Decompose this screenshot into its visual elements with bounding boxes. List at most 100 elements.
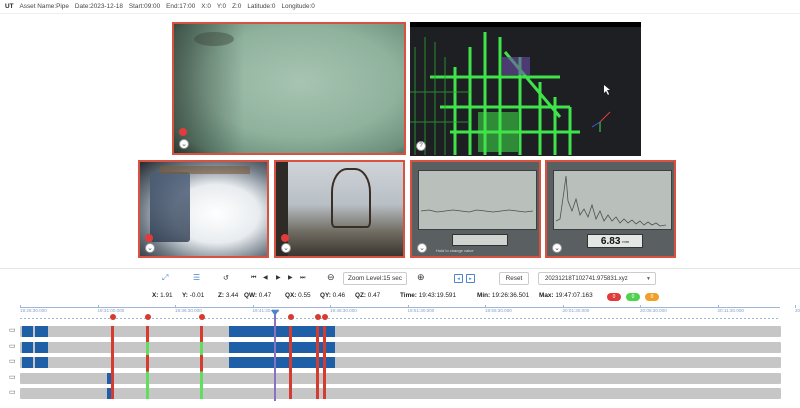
file-select-value: 20231218T102741.975831.xyz xyxy=(545,275,628,282)
event-marker[interactable] xyxy=(145,314,151,320)
event-marker[interactable] xyxy=(199,314,205,320)
zoom-in-icon[interactable]: ⊕ xyxy=(417,273,425,282)
gauge-screen xyxy=(418,170,537,230)
prev-frame-button[interactable]: ◂ xyxy=(454,274,463,283)
camera-feed-1[interactable]: ⌄ xyxy=(138,160,269,258)
orange-count-badge[interactable]: 0 xyxy=(645,293,659,301)
chevron-down-icon[interactable]: ⌄ xyxy=(417,243,427,253)
timeline-tick-label: 19:26:30.000 xyxy=(20,308,47,313)
timeline[interactable]: 19:26:30.000 19:31:00.000 19:36:30.000 19:4… xyxy=(0,302,800,408)
next-frame-button[interactable]: ▸ xyxy=(466,274,475,283)
thickness-unit: mm xyxy=(622,238,630,244)
end-label: End:17:00 xyxy=(166,3,196,10)
recording-segment[interactable] xyxy=(35,342,48,353)
track-1[interactable] xyxy=(20,326,781,337)
event-marker[interactable] xyxy=(288,314,294,320)
point-cloud-view[interactable]: ? xyxy=(410,22,641,156)
track-5[interactable] xyxy=(20,388,781,399)
camera-icon: ▭ xyxy=(9,358,16,365)
recording-segment[interactable] xyxy=(22,357,33,368)
step-forward-icon[interactable]: ▶ xyxy=(288,275,293,281)
event-marker[interactable] xyxy=(322,314,328,320)
gauge-hint: Hold to change value xyxy=(436,248,474,253)
list-view-icon[interactable]: ☰ xyxy=(193,274,200,282)
asset-name: Asset Name:Pipe xyxy=(19,3,69,10)
camera-icon: ▭ xyxy=(9,343,16,350)
red-count-badge[interactable]: 0 xyxy=(607,293,621,301)
event-marker-line xyxy=(200,326,203,399)
playhead-line xyxy=(274,315,276,401)
event-marker[interactable] xyxy=(110,314,116,320)
camera-icon: ▭ xyxy=(9,389,16,396)
recording-segment[interactable] xyxy=(22,342,33,353)
timeline-tick-label: 19:56:30.000 xyxy=(485,308,512,313)
timeline-tick-label: 19:46:30.000 xyxy=(330,308,357,313)
event-marker[interactable] xyxy=(315,314,321,320)
ut-gauge-display-1[interactable]: Hold to change value ⌄ xyxy=(410,160,541,258)
event-marker-line xyxy=(316,326,319,399)
recording-segment[interactable] xyxy=(229,326,335,337)
event-marker-line xyxy=(111,326,114,399)
timeline-tick-label: 20:16:3 xyxy=(795,308,800,313)
recording-indicator xyxy=(179,128,187,136)
time-stat: Time: 19:43:19.591 xyxy=(400,292,457,299)
max-stat: Max: 19:47:07.163 xyxy=(539,292,593,299)
recording-segment[interactable] xyxy=(229,342,335,353)
recording-indicator xyxy=(281,234,289,242)
camera-feed-main[interactable]: ⌄ xyxy=(172,22,406,155)
z-origin: Z:0 xyxy=(232,3,242,10)
zoom-out-icon[interactable]: ⊖ xyxy=(327,273,335,282)
equipment-shape xyxy=(150,172,190,242)
ut-gauge-display-2[interactable]: 6.83 mm ⌄ xyxy=(545,160,676,258)
chevron-down-icon[interactable]: ⌄ xyxy=(552,243,562,253)
timeline-tick-label: 20:06:30.000 xyxy=(640,308,667,313)
track-2[interactable] xyxy=(20,342,781,353)
step-back-icon[interactable]: ◀ xyxy=(263,275,268,281)
undo-icon[interactable]: ↺ xyxy=(223,275,229,282)
help-icon[interactable]: ? xyxy=(416,141,426,151)
x-origin: X:0 xyxy=(201,3,211,10)
gauge-screen xyxy=(553,170,672,230)
reset-label: Reset xyxy=(505,275,523,282)
qx-stat: QX: 0.55 xyxy=(285,292,311,299)
recording-segment[interactable] xyxy=(35,326,48,337)
play-icon[interactable]: ▶ xyxy=(276,275,281,281)
green-count-badge[interactable]: 0 xyxy=(626,293,640,301)
min-stat: Min: 19:26:36.501 xyxy=(477,292,530,299)
fit-view-icon[interactable]: ⤢ xyxy=(162,274,168,282)
recording-segment[interactable] xyxy=(22,326,33,337)
event-marker-line xyxy=(323,326,326,399)
zoom-level-display: Zoom Level:15 sec xyxy=(343,272,407,285)
thickness-value: 6.83 xyxy=(600,235,621,247)
recording-segment[interactable] xyxy=(35,357,48,368)
y-origin: Y:0 xyxy=(216,3,227,10)
cage-structure xyxy=(331,168,371,228)
reset-button[interactable]: Reset xyxy=(499,272,529,285)
zoom-level-label: Zoom Level:15 sec xyxy=(348,275,402,282)
timeline-tick-label: 20:11:30.000 xyxy=(717,308,744,313)
camera-icon: ▭ xyxy=(9,327,16,334)
latitude-label: Latitude:0 xyxy=(247,3,276,10)
track-3[interactable] xyxy=(20,357,781,368)
gauge-readout-box xyxy=(452,234,508,246)
header-bar: UT Asset Name:Pipe Date:2023-12-18 Start… xyxy=(0,0,800,14)
thickness-readout: 6.83 mm xyxy=(587,234,643,248)
chevron-down-icon[interactable]: ⌄ xyxy=(281,243,291,253)
longitude-label: Longitude:0 xyxy=(281,3,315,10)
event-marker-line xyxy=(289,326,292,399)
y-stat: Y: -0.01 xyxy=(182,292,205,299)
track-4[interactable] xyxy=(20,373,781,384)
camera-feed-2[interactable]: ⌄ xyxy=(274,160,405,258)
skip-forward-icon[interactable]: ⏭ xyxy=(300,275,305,281)
timeline-dashes xyxy=(20,318,780,319)
chevron-down-icon[interactable]: ⌄ xyxy=(179,139,189,149)
brand-label: UT xyxy=(5,3,14,10)
recording-segment[interactable] xyxy=(229,357,335,368)
chevron-down-icon[interactable]: ⌄ xyxy=(145,243,155,253)
skip-back-icon[interactable]: ⏮ xyxy=(251,275,256,281)
timeline-tick-label: 19:31:00.000 xyxy=(97,308,125,313)
camera-icon: ▭ xyxy=(9,374,16,381)
gauge-waveform xyxy=(555,175,667,227)
file-select[interactable]: 20231218T102741.975831.xyz ▼ xyxy=(538,272,656,285)
pipe-debris xyxy=(194,32,234,46)
